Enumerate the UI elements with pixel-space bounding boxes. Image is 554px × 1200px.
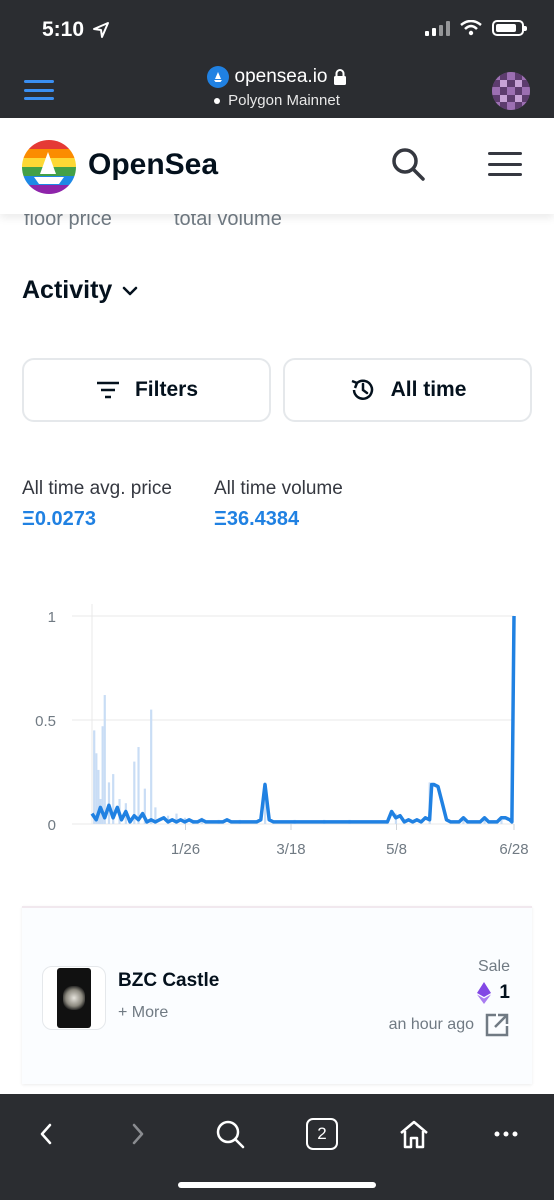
- more-icon: [494, 1131, 518, 1137]
- network-dot-icon: [214, 97, 221, 104]
- volume-bar: [93, 730, 96, 824]
- activity-section-toggle[interactable]: Activity: [22, 276, 138, 305]
- home-button[interactable]: [394, 1114, 434, 1154]
- url-text: opensea.io: [234, 66, 328, 87]
- tabs-button[interactable]: 2: [302, 1114, 342, 1154]
- price-value: 1: [499, 982, 510, 1003]
- time-text: an hour ago: [388, 1016, 474, 1033]
- back-button[interactable]: [26, 1114, 66, 1154]
- search-icon: [216, 1120, 245, 1149]
- y-tick-label: 0: [48, 817, 56, 834]
- item-thumbnail[interactable]: [42, 966, 106, 1030]
- network-name: Polygon Mainnet: [228, 92, 340, 109]
- forward-button[interactable]: [118, 1114, 158, 1154]
- x-tick-label: 6/28: [499, 841, 528, 858]
- filters-button[interactable]: Filters: [22, 358, 271, 422]
- item-name[interactable]: BZC Castle: [118, 970, 219, 992]
- x-tick-label: 1/26: [171, 841, 200, 858]
- opensea-header: OpenSea: [0, 118, 554, 214]
- volume-label: All time volume: [214, 478, 343, 499]
- event-type: Sale: [477, 958, 510, 975]
- tabs-count-icon: 2: [306, 1118, 338, 1150]
- battery-icon: [492, 20, 527, 36]
- wifi-icon: [460, 20, 482, 36]
- volume-bar: [150, 709, 153, 824]
- more-link[interactable]: + More: [118, 1004, 168, 1022]
- item-price: 1: [477, 982, 510, 1004]
- wallet-avatar[interactable]: [492, 72, 530, 110]
- external-link-icon: [485, 1013, 509, 1037]
- volume-bar: [107, 782, 111, 824]
- chevron-down-icon: [123, 286, 138, 295]
- chevron-right-icon: [132, 1123, 144, 1145]
- lock-icon: [334, 69, 347, 85]
- x-tick-label: 3/18: [276, 841, 305, 858]
- volume-stat: All time volume Ξ36.4384: [214, 478, 343, 531]
- price-history-chart[interactable]: 0 0.5 1 1/26 3/18 5/8 6/28: [0, 590, 554, 880]
- more-options-button[interactable]: [486, 1114, 526, 1154]
- y-tick-label: 0.5: [35, 713, 56, 730]
- chevron-left-icon: [40, 1123, 52, 1145]
- filter-icon: [96, 381, 119, 399]
- y-tick-label: 1: [48, 609, 56, 626]
- price-line: [90, 615, 516, 824]
- location-arrow-icon: [93, 22, 110, 38]
- volume-value: Ξ36.4384: [214, 508, 300, 530]
- time-range-label: All time: [390, 378, 467, 401]
- browser-top-bar: 5:10 opensea.io Polygon Mainnet: [0, 0, 554, 118]
- history-icon: [351, 379, 373, 400]
- volume-bar: [137, 747, 140, 824]
- x-tick-label: 5/8: [386, 841, 407, 858]
- search-icon: [392, 148, 425, 181]
- avg-price-stat: All time avg. price Ξ0.0273: [22, 478, 172, 531]
- clock-text: 5:10: [42, 18, 85, 41]
- ethereum-icon: [477, 982, 492, 1004]
- cellular-signal-icon: [425, 20, 450, 36]
- volume-bar: [103, 695, 106, 824]
- home-icon: [400, 1120, 428, 1149]
- filters-label: Filters: [134, 378, 199, 401]
- activity-item-card[interactable]: BZC Castle + More Sale 1 an hour ago: [22, 906, 532, 1084]
- status-bar-time: 5:10: [42, 18, 110, 42]
- avg-price-value: Ξ0.0273: [22, 508, 97, 530]
- opensea-rainbow-logo[interactable]: [22, 140, 76, 194]
- home-indicator: [178, 1182, 376, 1188]
- opensea-favicon-icon: [206, 66, 229, 88]
- search-tab-button[interactable]: [210, 1114, 250, 1154]
- tabs-count: 2: [317, 1124, 327, 1143]
- activity-title: Activity: [22, 276, 113, 304]
- time-range-button[interactable]: All time: [283, 358, 532, 422]
- address-bar[interactable]: opensea.io Polygon Mainnet: [0, 66, 554, 109]
- site-title[interactable]: OpenSea: [88, 148, 218, 182]
- search-button[interactable]: [390, 146, 426, 187]
- hamburger-menu-button[interactable]: [488, 152, 522, 176]
- status-indicators: [425, 20, 527, 36]
- event-time[interactable]: an hour ago: [389, 1012, 510, 1038]
- avg-price-label: All time avg. price: [22, 478, 172, 499]
